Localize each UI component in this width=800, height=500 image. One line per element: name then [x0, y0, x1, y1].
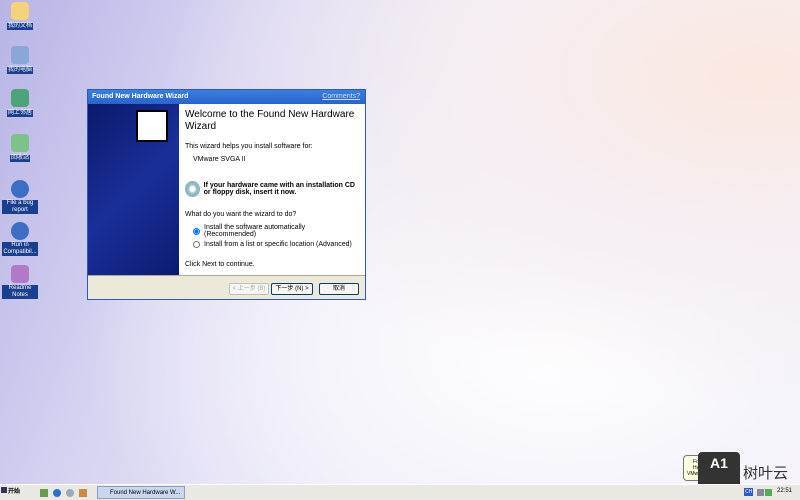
desktop-icon-recycle-bin[interactable]: 回收站 — [2, 134, 38, 162]
tray-hardware-icon[interactable] — [757, 489, 764, 496]
cd-icon — [185, 181, 200, 197]
tray-lang[interactable]: CH — [744, 488, 754, 496]
notes-icon — [11, 265, 29, 283]
hardware-icon — [136, 110, 168, 142]
quick-launch-ie-icon[interactable] — [53, 489, 61, 497]
option-advanced[interactable]: Install from a list or specific location… — [193, 241, 359, 248]
desktop-icon-file-bug[interactable]: File a bug report — [2, 180, 38, 214]
radio-advanced[interactable] — [193, 241, 200, 248]
taskbar-window-button[interactable]: Found New Hardware W... — [97, 486, 185, 499]
radio-auto[interactable] — [193, 227, 200, 235]
icon-label: 我的电脑 — [6, 67, 33, 74]
option-auto[interactable]: Install the software automatically (Reco… — [193, 224, 359, 238]
dialog-title: Found New Hardware Wizard — [92, 93, 189, 100]
start-button[interactable]: 开始 — [1, 486, 29, 499]
back-button[interactable]: < 上一步 (B) — [229, 283, 269, 295]
button-bar: < 上一步 (B) 下一步 (N) > 取消 — [88, 275, 365, 299]
option-label: Install the software automatically (Reco… — [204, 224, 306, 238]
desktop-icon-readme[interactable]: Readme Notes — [2, 265, 38, 299]
watermark-brand: 树叶云 — [743, 465, 789, 482]
found-new-hardware-dialog: Found New Hardware Wizard Comments? Welco… — [87, 89, 366, 300]
device-name: VMware SVGA II — [193, 156, 246, 163]
question-text: What do you want the wizard to do? — [185, 211, 297, 218]
title-bar[interactable]: Found New Hardware Wizard Comments? — [88, 90, 365, 104]
quick-launch-media-icon[interactable] — [66, 489, 74, 497]
cd-note: If your hardware came with an installati… — [203, 182, 355, 196]
help-icon — [11, 180, 29, 198]
option-label: Install from a list or specific location… — [204, 241, 352, 248]
folder-icon — [11, 2, 29, 20]
wizard-banner — [88, 104, 179, 275]
continue-text: Click Next to continue. — [185, 261, 255, 268]
start-label: 开始 — [8, 489, 21, 495]
tray-network-icon[interactable] — [765, 489, 772, 496]
icon-label: Readme Notes — [2, 285, 38, 299]
icon-label: 回收站 — [9, 155, 30, 162]
computer-icon — [11, 46, 29, 64]
desktop-icon-network[interactable]: 网上邻居 — [2, 89, 38, 117]
windows-logo-icon — [1, 487, 7, 493]
icon-label: 网上邻居 — [6, 110, 33, 117]
icon-label: 我的文档 — [6, 23, 33, 30]
icon-label: File a bug report — [2, 200, 38, 214]
recycle-bin-icon — [11, 134, 29, 152]
wizard-content: Welcome to the Found New Hardware Wizard… — [179, 104, 365, 275]
next-button[interactable]: 下一步 (N) > — [271, 283, 313, 295]
comments-link[interactable]: Comments? — [322, 90, 360, 104]
icon-label: Run in Compatibil... — [2, 242, 38, 256]
quick-launch-desktop-icon[interactable] — [40, 489, 48, 497]
clock: 22:51 — [777, 488, 793, 494]
desktop-icon-my-documents[interactable]: 我的文档 — [2, 2, 38, 30]
network-icon — [11, 89, 29, 107]
wizard-heading: Welcome to the Found New Hardware Wizard — [185, 109, 355, 132]
help-icon — [11, 222, 29, 240]
desktop-icon-my-computer[interactable]: 我的电脑 — [2, 46, 38, 74]
intro-text: This wizard helps you install software f… — [185, 143, 313, 150]
cancel-button[interactable]: 取消 — [319, 283, 359, 295]
quick-launch-messenger-icon[interactable] — [79, 489, 87, 497]
taskbar: 开始 Found New Hardware W... CH 22:51 — [0, 484, 800, 500]
desktop-icon-run-compat[interactable]: Run in Compatibil... — [2, 222, 38, 256]
